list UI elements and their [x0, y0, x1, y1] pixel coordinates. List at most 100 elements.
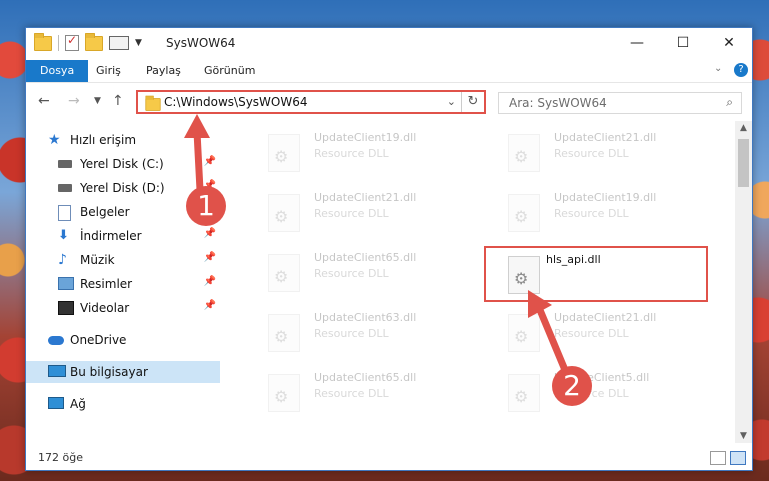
properties-checkmark-icon[interactable]: [65, 33, 79, 51]
tab-home[interactable]: Giriş: [86, 60, 131, 82]
status-bar: 172 öğe: [26, 446, 752, 470]
close-button[interactable]: ✕: [706, 28, 752, 58]
dll-file-icon: [268, 254, 300, 292]
pin-icon[interactable]: 📌: [204, 156, 216, 167]
nav-item-label: Bu bilgisayar: [70, 365, 148, 379]
nav-item-disk-c[interactable]: Yerel Disk (C:) 📌: [26, 153, 220, 175]
video-icon: [58, 301, 74, 315]
scroll-up-icon[interactable]: ▲: [735, 123, 752, 133]
details-view-icon[interactable]: [710, 451, 726, 465]
tab-share[interactable]: Paylaş: [136, 60, 191, 82]
nav-item-label: Yerel Disk (D:): [80, 181, 165, 195]
file-tile[interactable]: UpdateClient19.dll Resource DLL: [242, 126, 462, 178]
toolbar-separator: [58, 35, 59, 51]
dll-file-icon: [268, 314, 300, 352]
window-title: SysWOW64: [166, 36, 236, 50]
back-arrow-icon[interactable]: ←: [38, 93, 50, 109]
tab-file[interactable]: Dosya: [26, 60, 89, 82]
file-tile[interactable]: UpdateClient65.dll Resource DLL: [242, 366, 462, 418]
nav-item-label: Ağ: [70, 397, 86, 411]
search-icon: ⌕: [726, 95, 733, 109]
file-tile[interactable]: UpdateClient19.dll Resource DLL: [482, 186, 702, 238]
file-type: Resource DLL: [554, 147, 629, 160]
scroll-down-icon[interactable]: ▼: [735, 431, 752, 441]
expand-ribbon-chevron-icon[interactable]: ⌄: [714, 63, 722, 74]
navigation-bar: ← → ▼ ↑ C:\Windows\SysWOW64 ⌄ ↻ Ara: Sys…: [26, 84, 752, 118]
file-name: UpdateClient63.dll: [314, 311, 417, 324]
refresh-icon[interactable]: ↻: [461, 92, 484, 112]
address-dropdown-chevron-icon[interactable]: ⌄: [447, 95, 456, 108]
download-icon: ⬇: [58, 228, 69, 243]
maximize-button[interactable]: ☐: [660, 28, 706, 58]
dll-file-icon: [508, 374, 540, 412]
drive-icon: [58, 160, 72, 168]
nav-item-network[interactable]: Ağ: [26, 393, 220, 415]
minimize-button[interactable]: —: [614, 28, 660, 58]
new-folder-icon[interactable]: [85, 32, 103, 51]
vertical-scrollbar[interactable]: ▲ ▼: [735, 121, 752, 443]
dll-file-icon: [508, 134, 540, 172]
file-type: Resource DLL: [314, 327, 389, 340]
navigation-pane: ★ Hızlı erişim Yerel Disk (C:) 📌 Yerel D…: [26, 121, 220, 443]
nav-item-onedrive[interactable]: OneDrive: [26, 329, 220, 351]
up-arrow-icon[interactable]: ↑: [112, 93, 124, 109]
file-tile[interactable]: UpdateClient21.dll Resource DLL: [482, 126, 702, 178]
pin-icon[interactable]: 📌: [204, 300, 216, 311]
file-type: Resource DLL: [314, 267, 389, 280]
network-icon: [48, 397, 64, 409]
file-list: UpdateClient19.dll Resource DLL UpdateCl…: [222, 121, 738, 443]
scrollbar-thumb[interactable]: [738, 139, 749, 187]
file-type: Resource DLL: [314, 387, 389, 400]
file-name: UpdateClient19.dll: [314, 131, 417, 144]
title-bar: ▼ SysWOW64 — ☐ ✕: [26, 28, 752, 60]
highlight-box-target-file: [484, 246, 708, 302]
dll-file-icon: [508, 194, 540, 232]
large-icons-view-icon[interactable]: [730, 451, 746, 465]
file-type: Resource DLL: [554, 327, 629, 340]
file-type: Resource DLL: [314, 147, 389, 160]
address-bar[interactable]: C:\Windows\SysWOW64 ⌄ ↻: [136, 90, 486, 114]
pin-icon[interactable]: 📌: [204, 276, 216, 287]
file-tile[interactable]: UpdateClient65.dll Resource DLL: [242, 246, 462, 298]
view-properties-icon[interactable]: [109, 36, 129, 50]
file-name: UpdateClient19.dll: [554, 191, 657, 204]
folder-icon: [145, 95, 161, 111]
step-badge-2: 2: [552, 366, 592, 406]
dll-file-icon: [508, 314, 540, 352]
file-tile[interactable]: UpdateClient63.dll Resource DLL: [242, 306, 462, 358]
pin-icon[interactable]: 📌: [204, 252, 216, 263]
customize-toolbar-chevron-icon[interactable]: ▼: [135, 38, 142, 48]
nav-item-label: Belgeler: [80, 205, 130, 219]
recent-locations-chevron-icon[interactable]: ▼: [94, 96, 101, 106]
file-tile[interactable]: UpdateClient5.dll Resource DLL: [482, 366, 702, 418]
search-placeholder: Ara: SysWOW64: [509, 96, 607, 110]
file-type: Resource DLL: [554, 207, 629, 220]
file-name: UpdateClient65.dll: [314, 371, 417, 384]
nav-item-label: Müzik: [80, 253, 115, 267]
help-icon[interactable]: ?: [734, 63, 748, 77]
step-badge-1: 1: [186, 186, 226, 226]
forward-arrow-icon[interactable]: →: [68, 93, 80, 109]
nav-item-downloads[interactable]: ⬇ İndirmeler 📌: [26, 225, 220, 247]
nav-item-quick-access[interactable]: ★ Hızlı erişim: [26, 129, 220, 151]
drive-icon: [58, 184, 72, 192]
file-name: UpdateClient21.dll: [554, 131, 657, 144]
pin-icon[interactable]: 📌: [204, 228, 216, 239]
nav-item-label: Resimler: [80, 277, 133, 291]
file-tile[interactable]: UpdateClient21.dll Resource DLL: [242, 186, 462, 238]
item-count: 172 öğe: [38, 451, 83, 464]
dll-file-icon: [268, 134, 300, 172]
file-tile[interactable]: UpdateClient21.dll Resource DLL: [482, 306, 702, 358]
tab-view[interactable]: Görünüm: [194, 60, 265, 82]
nav-item-pictures[interactable]: Resimler 📌: [26, 273, 220, 295]
nav-item-label: Videolar: [80, 301, 130, 315]
nav-item-music[interactable]: ♪ Müzik 📌: [26, 249, 220, 271]
star-icon: ★: [48, 132, 61, 148]
dll-file-icon: [268, 374, 300, 412]
nav-item-label: OneDrive: [70, 333, 127, 347]
nav-item-this-pc[interactable]: Bu bilgisayar: [26, 361, 220, 383]
file-name: UpdateClient21.dll: [314, 191, 417, 204]
nav-item-videos[interactable]: Videolar 📌: [26, 297, 220, 319]
nav-item-label: İndirmeler: [80, 229, 142, 243]
search-box[interactable]: Ara: SysWOW64 ⌕: [498, 92, 742, 114]
